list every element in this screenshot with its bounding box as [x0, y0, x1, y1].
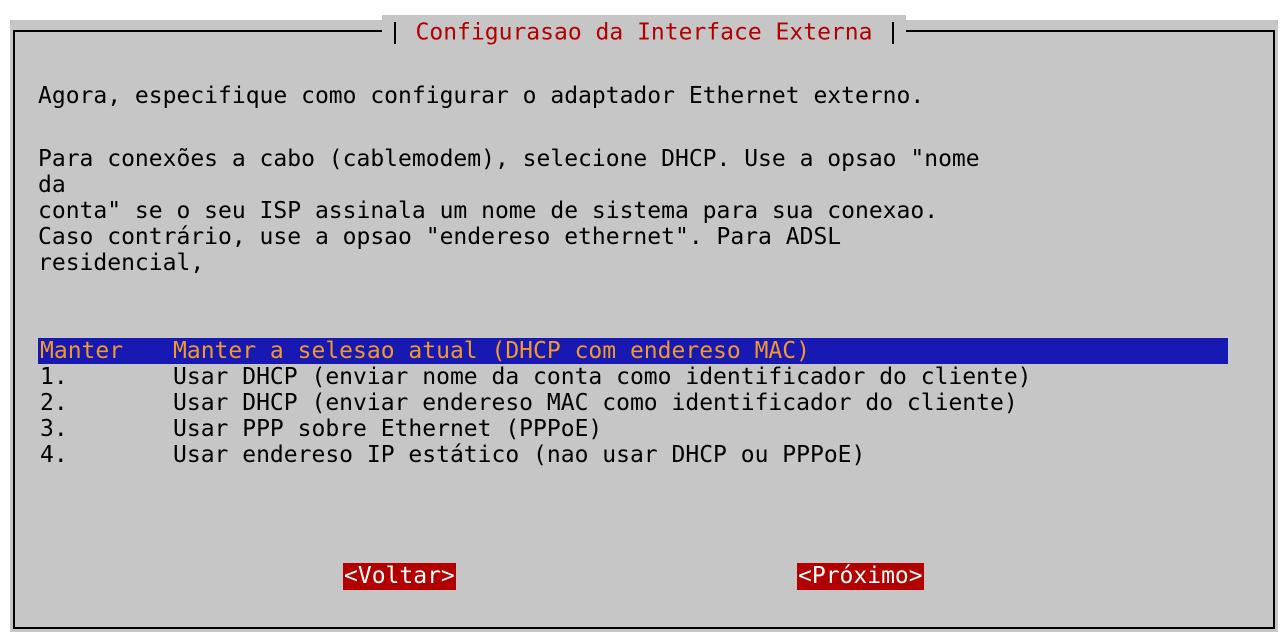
menu-item-label: Usar DHCP (enviar endereso MAC como iden… [173, 390, 1018, 416]
menu-item-label: Usar endereso IP estático (nao usar DHCP… [173, 442, 866, 468]
back-button[interactable]: <Voltar> [343, 563, 456, 590]
intro-text: Agora, especifique como configurar o ada… [38, 83, 925, 109]
menu-item-tag: 3. [40, 416, 68, 442]
title-bar-left [393, 21, 396, 44]
dialog-title: Configurasao da Interface Externa [415, 19, 873, 46]
dialog-title-wrap: Configurasao da Interface Externa [15, 15, 1273, 59]
next-button[interactable]: <Próximo> [797, 563, 924, 590]
paragraph-line: Caso contrário, use a opsao "endereso et… [38, 224, 842, 250]
menu-item-label: Usar DHCP (enviar nome da conta como ide… [173, 364, 1032, 390]
menu-item-manter[interactable]: Manter Manter a selesao atual (DHCP com … [38, 338, 1228, 364]
menu-item-tag: 4. [40, 442, 68, 468]
dialog-title-box: Configurasao da Interface Externa [381, 15, 907, 49]
menu-item-label: Usar PPP sobre Ethernet (PPPoE) [173, 416, 603, 442]
paragraph-line: conta" se o seu ISP assinala um nome de … [38, 198, 939, 224]
menu-item-4[interactable]: 4. Usar endereso IP estático (nao usar D… [38, 442, 1228, 468]
menu-item-tag: 1. [40, 364, 68, 390]
paragraph-line: Para conexões a cabo (cablemodem), selec… [38, 146, 980, 172]
menu-item-2[interactable]: 2. Usar DHCP (enviar endereso MAC como i… [38, 390, 1228, 416]
title-bar-right [892, 21, 895, 44]
menu-item-1[interactable]: 1. Usar DHCP (enviar nome da conta como … [38, 364, 1228, 390]
paragraph-line: residencial, [38, 250, 205, 276]
config-dialog: Configurasao da Interface Externa Agora,… [10, 15, 1278, 632]
dialog-frame: Configurasao da Interface Externa [13, 15, 1275, 629]
menu-item-3[interactable]: 3. Usar PPP sobre Ethernet (PPPoE) [38, 416, 1228, 442]
connection-type-menu: Manter Manter a selesao atual (DHCP com … [38, 338, 1228, 468]
menu-item-tag: Manter [40, 338, 124, 364]
menu-item-tag: 2. [40, 390, 68, 416]
menu-item-label: Manter a selesao atual (DHCP com enderes… [173, 338, 810, 364]
paragraph-line: da [38, 172, 66, 198]
